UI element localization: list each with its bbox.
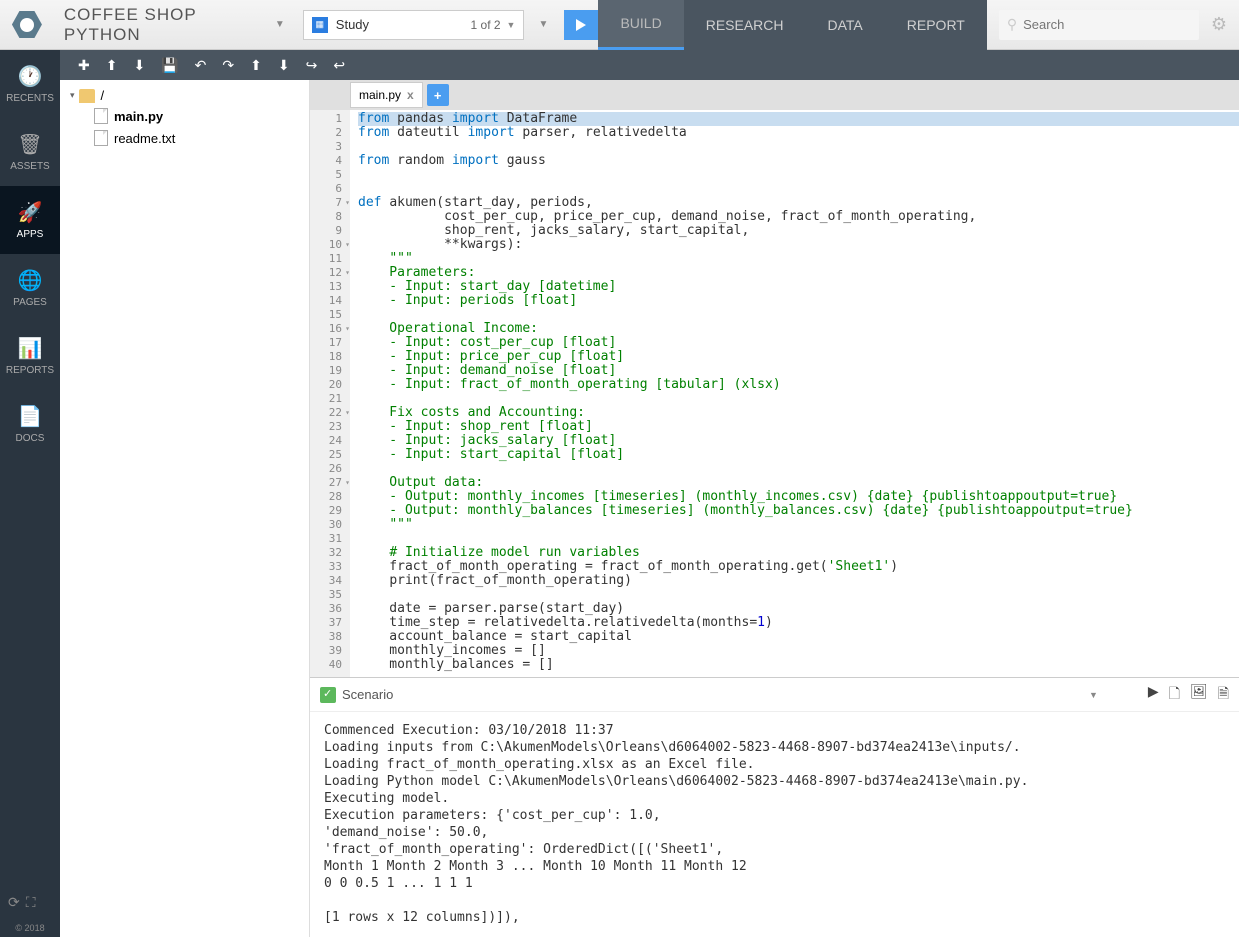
expand-icon[interactable]: ⛶: [26, 894, 36, 911]
forward-icon[interactable]: ↪: [306, 57, 318, 74]
code-editor[interactable]: 1234567▾8910▾1112▾13141516▾171819202122▾…: [310, 110, 1239, 677]
line-gutter: 1234567▾8910▾1112▾13141516▾171819202122▾…: [310, 110, 350, 677]
gear-icon[interactable]: ⚙: [1211, 14, 1227, 35]
root-path: /: [101, 88, 105, 103]
sidebar-item-docs[interactable]: 📄DOCS: [0, 390, 60, 458]
nav-tabs: BUILD RESEARCH DATA REPORT: [598, 0, 986, 50]
file-icon: [94, 130, 108, 146]
sidebar-item-assets[interactable]: 🗑ASSETS: [0, 118, 60, 186]
chevron-down-icon: ▼: [507, 20, 516, 30]
editor-tabs: main.py x +: [310, 80, 1239, 110]
file-main-py[interactable]: main.py: [66, 105, 303, 127]
run-button[interactable]: [564, 10, 598, 40]
nav-tab-research[interactable]: RESEARCH: [684, 0, 806, 50]
top-bar: COFFEE SHOP PYTHON ▼ ▦ Study 1 of 2 ▼ ▼ …: [0, 0, 1239, 50]
reports-icon: 📊: [18, 336, 43, 361]
console-image-icon[interactable]: 🖼: [1190, 683, 1208, 707]
console-file-icon[interactable]: 🗋: [1169, 683, 1180, 707]
nav-tab-build[interactable]: BUILD: [598, 0, 683, 50]
down-icon[interactable]: ⬇: [278, 57, 290, 74]
redo-icon[interactable]: ↷: [222, 57, 234, 74]
tab-close-icon[interactable]: x: [407, 88, 414, 102]
refresh-icon[interactable]: ⟳: [8, 894, 20, 911]
search-box: ⚲: [999, 10, 1199, 40]
console-doc-icon[interactable]: 🗎: [1218, 683, 1229, 707]
sidebar-item-pages[interactable]: 🌐PAGES: [0, 254, 60, 322]
back-icon[interactable]: ↩: [333, 57, 345, 74]
sidebar-item-reports[interactable]: 📊REPORTS: [0, 322, 60, 390]
upload-icon[interactable]: ⬆: [106, 57, 118, 74]
pages-icon: 🌐: [18, 268, 43, 293]
undo-icon[interactable]: ↶: [195, 57, 207, 74]
project-dropdown-arrow[interactable]: ▼: [267, 19, 293, 30]
docs-icon: 📄: [18, 404, 43, 429]
nav-tab-data[interactable]: DATA: [806, 0, 885, 50]
nav-tab-report[interactable]: REPORT: [885, 0, 987, 50]
tab-add-button[interactable]: +: [427, 84, 449, 106]
up-icon[interactable]: ⬆: [250, 57, 262, 74]
file-icon: [94, 108, 108, 124]
console-area: Scenario ▼ ▶ 🗋 🖼 🗎 Commenced Execution: …: [310, 677, 1239, 937]
download-icon[interactable]: ⬇: [133, 57, 145, 74]
console-play-icon[interactable]: ▶: [1148, 683, 1159, 707]
sidebar: 🕐RECENTS🗑ASSETS🚀APPS🌐PAGES📊REPORTS📄DOCS …: [0, 50, 60, 937]
apps-icon: 🚀: [18, 200, 43, 225]
chevron-down-icon[interactable]: ▼: [1089, 690, 1098, 700]
code-content[interactable]: from pandas import DataFramefrom dateuti…: [350, 110, 1239, 677]
sidebar-footer: ⟳ ⛶: [0, 886, 60, 919]
folder-icon: [79, 89, 95, 103]
copyright: © 2018: [0, 919, 60, 937]
editor-tab-main[interactable]: main.py x: [350, 82, 423, 108]
add-icon[interactable]: ✚: [78, 57, 90, 74]
scenario-label[interactable]: Scenario: [342, 687, 1089, 702]
editor-toolbar: ✚ ⬆ ⬇ 💾 ↶ ↷ ⬆ ⬇ ↪ ↩: [60, 50, 1239, 80]
project-name: COFFEE SHOP PYTHON: [54, 5, 267, 45]
console-header: Scenario ▼ ▶ 🗋 🖼 🗎: [310, 678, 1239, 712]
study-count: 1 of 2: [471, 18, 501, 32]
study-selector[interactable]: ▦ Study 1 of 2 ▼: [303, 10, 525, 40]
scenario-check-icon: [320, 687, 336, 703]
file-readme-txt[interactable]: readme.txt: [66, 127, 303, 149]
editor-area: main.py x + 1234567▾8910▾1112▾13141516▾1…: [310, 80, 1239, 937]
study-icon: ▦: [312, 17, 328, 33]
tree-collapse-icon[interactable]: ▾: [70, 90, 75, 101]
search-icon: ⚲: [1007, 16, 1017, 33]
tree-root[interactable]: ▾ /: [66, 86, 303, 105]
sidebar-item-recents[interactable]: 🕐RECENTS: [0, 50, 60, 118]
tab-label: main.py: [359, 88, 401, 102]
recents-icon: 🕐: [18, 64, 43, 89]
app-logo[interactable]: [0, 0, 54, 50]
file-tree: ▾ / main.pyreadme.txt: [60, 80, 310, 937]
study-label: Study: [336, 17, 471, 32]
search-input[interactable]: [1023, 17, 1199, 32]
sidebar-item-apps[interactable]: 🚀APPS: [0, 186, 60, 254]
console-toolbar: ▶ 🗋 🖼 🗎: [1148, 683, 1229, 707]
console-output[interactable]: Commenced Execution: 03/10/2018 11:37 Lo…: [310, 712, 1239, 937]
save-icon[interactable]: 💾: [161, 57, 178, 74]
study-extra-dropdown[interactable]: ▼: [530, 19, 556, 30]
assets-icon: 🗑: [17, 132, 42, 157]
main-area: ▾ / main.pyreadme.txt main.py x + 123456…: [60, 80, 1239, 937]
